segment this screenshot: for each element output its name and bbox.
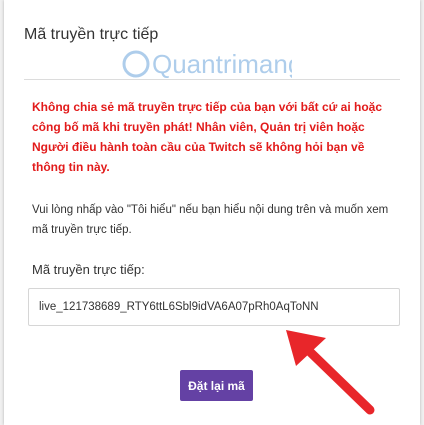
dialog-title: Mã truyền trực tiếp <box>24 26 159 43</box>
watermark-logo: Quantrimang <box>122 49 292 79</box>
watermark-text: Quantrimang <box>152 49 292 79</box>
stream-key-label: Mã truyền trực tiếp: <box>32 262 145 277</box>
watermark-logo-icon <box>122 50 150 78</box>
arrow-annotation-icon <box>286 330 375 415</box>
security-warning: Không chia sẻ mã truyền trực tiếp của bạ… <box>32 100 382 174</box>
reset-key-button[interactable]: Đặt lại mã <box>180 370 253 401</box>
title-divider <box>24 79 400 80</box>
info-text: Vui lòng nhấp vào "Tôi hiểu" nếu bạn hiể… <box>32 204 389 236</box>
